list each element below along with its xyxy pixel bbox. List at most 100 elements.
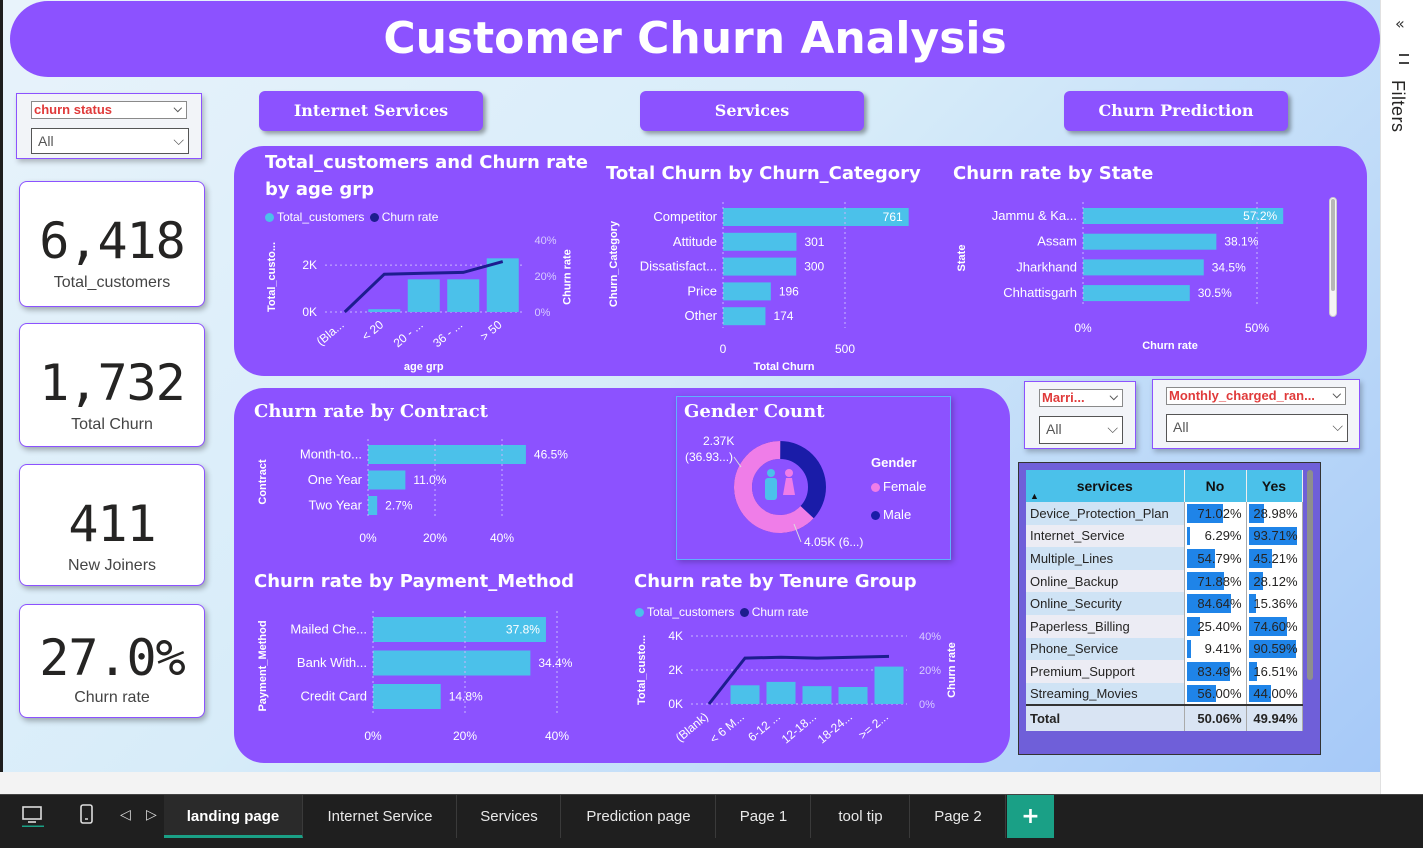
kpi-label: Total_customers: [53, 274, 171, 291]
data-label: 174: [773, 309, 793, 323]
monthly-charge-title-text: Monthly_charged_ran...: [1169, 388, 1315, 403]
tab-prediction-page[interactable]: Prediction page: [562, 795, 716, 838]
bar: [368, 470, 406, 490]
legend-dot-navy: [739, 608, 749, 618]
bar: [447, 279, 480, 312]
chevron-down-icon: ⌵: [173, 103, 182, 115]
kpi-new-joiners: 411 New Joiners: [19, 464, 205, 586]
table-row[interactable]: Online_Backup 71.88% 28.12%: [1026, 569, 1303, 593]
kpi-label: Total Churn: [71, 416, 153, 433]
tab-services[interactable]: Services: [458, 795, 561, 838]
legend-label: Churn rate: [381, 210, 439, 224]
canvas-footer: [0, 772, 1423, 794]
desktop-view-icon[interactable]: [20, 803, 46, 831]
category-label: (Bla...: [314, 318, 347, 349]
column-header-no[interactable]: No: [1184, 470, 1247, 502]
bar: [407, 279, 440, 312]
service-name-cell: Online_Backup: [1026, 569, 1185, 593]
age-chart-title-line1: Total_customers and Churn rate: [265, 152, 588, 173]
no-percent-cell: 54.79%: [1184, 547, 1247, 570]
data-label: 34.4%: [538, 656, 572, 670]
category-label: Attitude: [673, 234, 717, 249]
service-name-cell: Multiple_Lines: [1026, 547, 1185, 570]
collapse-pane-icon[interactable]: «: [1395, 14, 1405, 33]
tab-internet-service[interactable]: Internet Service: [304, 795, 457, 838]
data-label: 761: [883, 210, 903, 224]
nav-services-button[interactable]: Services: [640, 91, 864, 131]
column-header-yes[interactable]: Yes: [1246, 470, 1303, 502]
table-row[interactable]: Device_Protection_Plan 71.02% 28.98%: [1026, 502, 1303, 525]
table-row[interactable]: Streaming_Movies 56.00% 44.00%: [1026, 682, 1303, 706]
table-row[interactable]: Internet_Service 6.29% 93.71%: [1026, 524, 1303, 548]
table-row[interactable]: Online_Security 84.64% 15.36%: [1026, 592, 1303, 615]
churn-status-value: All: [38, 133, 54, 149]
monthly-charge-dropdown[interactable]: All ⌵: [1166, 414, 1348, 442]
contract-chart-title: Churn rate by Contract: [254, 401, 488, 422]
churn-category-chart: Competitor 761 Attitude 301 Dissatisfact... 3…: [608, 202, 909, 373]
legend-label: Total_customers: [647, 605, 735, 619]
category-label: Two Year: [309, 498, 363, 513]
category-label: Price: [687, 283, 717, 298]
data-label-female: 4.05K (6...): [804, 535, 863, 549]
category-label: 36 - ...: [430, 318, 465, 351]
add-page-button[interactable]: +: [1007, 795, 1054, 838]
no-percent-cell: 83.49%: [1184, 660, 1247, 683]
state-chart-title: Churn rate by State: [953, 163, 1154, 184]
married-dropdown[interactable]: All ⌵: [1039, 416, 1123, 444]
nav-internet-services-button[interactable]: Internet Services: [259, 91, 483, 131]
category-label: Jammu & Ka...: [992, 208, 1077, 223]
category-label: Credit Card: [301, 689, 367, 704]
tick-label-right: 40%: [919, 631, 941, 643]
cell-value: 16.51%: [1253, 663, 1298, 679]
service-name-cell: Premium_Support: [1026, 660, 1185, 683]
tick-label-right: 0%: [919, 699, 935, 711]
tab-page-1[interactable]: Page 1: [717, 795, 811, 838]
table-row[interactable]: Phone_Service 9.41% 90.59%: [1026, 637, 1303, 661]
kpi-churn-rate: 27.0% Churn rate: [19, 604, 205, 718]
y2-axis-title: Churn rate: [946, 642, 958, 698]
service-name-cell: Streaming_Movies: [1026, 682, 1185, 706]
table-row[interactable]: Paperless_Billing 25.40% 74.60%: [1026, 614, 1303, 638]
legend-label: Churn rate: [751, 605, 809, 619]
table-scrollbar[interactable]: [1307, 470, 1313, 680]
filters-pane-label[interactable]: Filters: [1387, 80, 1408, 133]
male-person-icon-head: [767, 469, 775, 477]
cell-value: 15.36%: [1253, 596, 1298, 612]
churn-status-dropdown[interactable]: All ⌵: [31, 128, 189, 154]
header-label: services: [1076, 478, 1133, 494]
married-slicer-title[interactable]: Marri... ⌵: [1039, 389, 1123, 407]
data-label: 301: [804, 235, 824, 249]
table-row[interactable]: Premium_Support 83.49% 16.51%: [1026, 660, 1303, 683]
total-value-cell: 50.06%: [1184, 704, 1247, 732]
tick-label: 0%: [364, 729, 382, 743]
state-chart: Jammu & Ka... 57.2% Assam 38.1% Jharkhand 34.…: [956, 202, 1284, 352]
tick-label: 40%: [545, 729, 569, 743]
scrollbar-thumb[interactable]: [1331, 199, 1335, 291]
female-person-icon-head: [785, 469, 793, 477]
category-label: 12-18...: [779, 710, 819, 747]
tab-landing-page[interactable]: landing page: [164, 795, 303, 838]
tab-tool-tip[interactable]: tool tip: [812, 795, 910, 838]
category-label: One Year: [308, 472, 363, 487]
cell-value: 6.29%: [1204, 528, 1242, 544]
table-row[interactable]: Multiple_Lines 54.79% 45.21%: [1026, 547, 1303, 570]
next-page-icon[interactable]: ▷: [146, 807, 157, 823]
state-chart-scrollbar[interactable]: [1329, 197, 1337, 317]
filters-pane[interactable]: « Filters: [1380, 0, 1423, 794]
yes-percent-cell: 93.71%: [1246, 524, 1303, 548]
prev-page-icon[interactable]: ◁: [120, 807, 131, 823]
service-name-cell: Phone_Service: [1026, 637, 1185, 661]
age-group-chart: 0K 2K 0% 20% 40% (Bla... < 20 20 - ... 36 - ... >…: [266, 235, 574, 373]
data-label: 300: [804, 260, 824, 274]
column-header-services[interactable]: services ▲: [1026, 470, 1185, 502]
mobile-view-icon[interactable]: [78, 803, 96, 831]
tick-label: 500: [835, 342, 855, 356]
churn-status-slicer-title[interactable]: churn status ⌵: [31, 101, 187, 119]
no-percent-cell: 25.40%: [1184, 614, 1247, 638]
service-name-cell: Device_Protection_Plan: [1026, 502, 1185, 525]
table-total-row: Total 50.06% 49.94%: [1026, 704, 1303, 732]
monthly-charge-slicer-title[interactable]: Monthly_charged_ran... ⌵: [1166, 387, 1346, 405]
y-axis-title: Churn_Category: [608, 220, 620, 307]
nav-churn-prediction-button[interactable]: Churn Prediction: [1064, 91, 1288, 131]
tab-page-2[interactable]: Page 2: [911, 795, 1006, 838]
